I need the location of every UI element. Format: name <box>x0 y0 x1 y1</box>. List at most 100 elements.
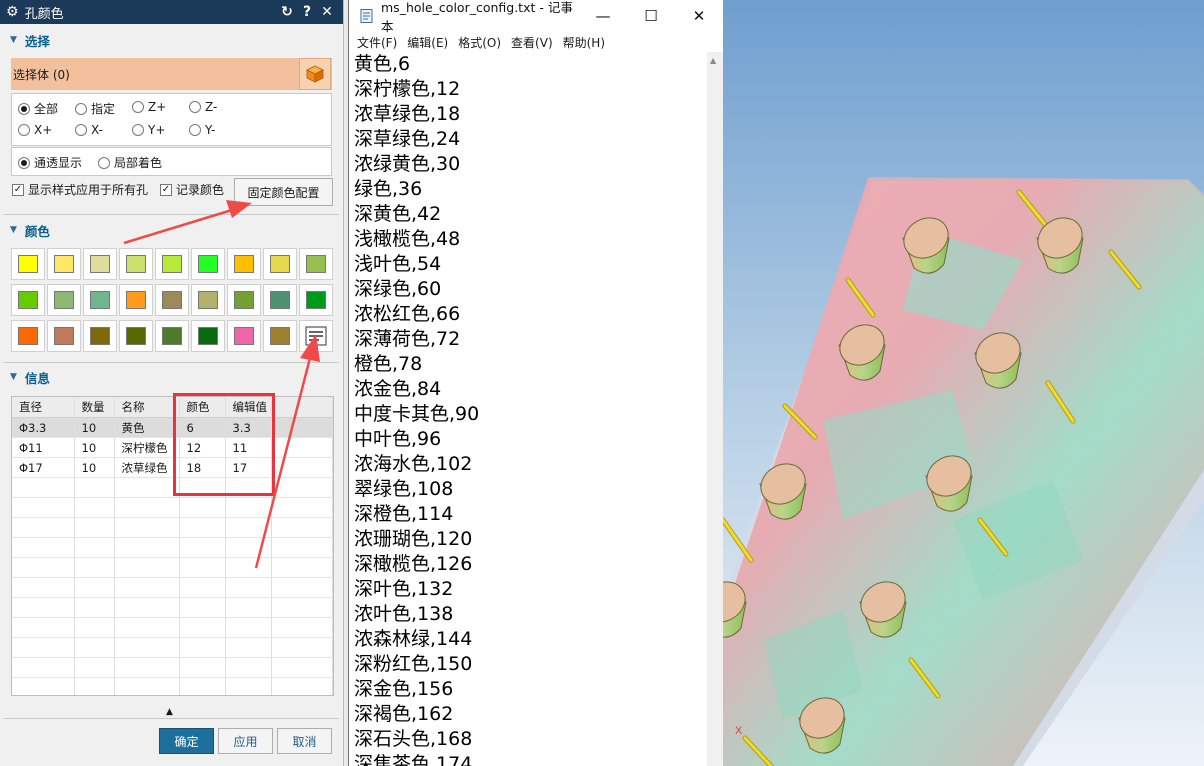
radio-z-minus[interactable]: Z- <box>189 100 217 114</box>
col-count[interactable]: 数量 <box>74 397 115 418</box>
table-row[interactable] <box>12 517 333 538</box>
table-cell <box>74 537 115 558</box>
col-color[interactable]: 颜色 <box>179 397 226 418</box>
color-swatch[interactable] <box>227 320 261 352</box>
menu-help[interactable]: 帮助(H) <box>563 34 605 51</box>
col-edit-value[interactable]: 编辑值 <box>225 397 272 418</box>
table-row[interactable]: Φ17 10 浓草绿色 18 17 <box>12 457 333 478</box>
table-cell <box>225 477 272 498</box>
table-row[interactable] <box>12 617 333 638</box>
menu-format[interactable]: 格式(O) <box>458 34 501 51</box>
color-swatch[interactable] <box>263 320 297 352</box>
table-cell <box>225 577 272 598</box>
menu-edit[interactable]: 编辑(E) <box>407 34 448 51</box>
table-row[interactable] <box>12 557 333 578</box>
color-swatch[interactable] <box>299 284 333 316</box>
color-swatch[interactable] <box>191 320 225 352</box>
help-icon[interactable]: ? <box>297 4 317 20</box>
color-swatch[interactable] <box>227 284 261 316</box>
table-cell <box>179 677 226 695</box>
radio-all[interactable]: 全部 <box>18 100 58 117</box>
color-swatch[interactable] <box>83 320 117 352</box>
select-section-header[interactable]: ▼ 选择 <box>0 29 50 51</box>
col-name[interactable]: 名称 <box>114 397 180 418</box>
color-swatch[interactable] <box>191 284 225 316</box>
record-color-checkbox[interactable]: ✓ 记录颜色 <box>160 181 224 198</box>
color-chip <box>18 291 38 309</box>
3d-viewport[interactable]: X <box>723 0 1204 766</box>
color-swatch[interactable] <box>227 248 261 280</box>
color-section-header[interactable]: ▼ 颜色 <box>0 219 50 241</box>
color-swatch[interactable] <box>191 248 225 280</box>
color-chip <box>162 327 182 345</box>
info-section-header[interactable]: ▼ 信息 <box>0 366 50 388</box>
table-cell <box>271 637 333 658</box>
fixed-color-config-button[interactable]: 固定颜色配置 <box>234 178 333 206</box>
table-row[interactable] <box>12 597 333 618</box>
close-icon[interactable]: ✕ <box>317 4 337 20</box>
color-swatch[interactable] <box>299 248 333 280</box>
color-swatch[interactable] <box>47 284 81 316</box>
maximize-icon[interactable]: ☐ <box>627 7 675 25</box>
table-cell <box>12 537 75 558</box>
color-swatch[interactable] <box>47 248 81 280</box>
radio-x-plus[interactable]: X+ <box>18 123 52 137</box>
table-row[interactable] <box>12 477 333 498</box>
table-row[interactable] <box>12 577 333 598</box>
dialog-title: 孔颜色 <box>24 6 64 22</box>
color-swatch[interactable] <box>83 284 117 316</box>
table-row[interactable] <box>12 637 333 658</box>
apply-button[interactable]: 应用 <box>218 728 273 754</box>
color-swatch[interactable] <box>47 320 81 352</box>
table-row[interactable]: Φ11 10 深柠檬色 12 11 <box>12 437 333 458</box>
notepad-text-area[interactable]: 黄色,6 深柠檬色,12 浓草绿色,18 深草绿色,24 浓绿黄色,30 绿色,36 深黄色… <box>349 52 707 766</box>
table-cell <box>12 597 75 618</box>
table-row[interactable] <box>12 677 333 695</box>
table-cell <box>179 577 226 598</box>
color-swatch[interactable] <box>11 284 45 316</box>
vertical-scrollbar[interactable]: ▲ <box>707 52 723 766</box>
radio-transparent-display[interactable]: 通透显示 <box>18 154 82 171</box>
color-swatch[interactable] <box>119 320 153 352</box>
radio-local-shading[interactable]: 局部着色 <box>98 154 162 171</box>
reset-icon[interactable]: ↻ <box>277 4 297 20</box>
radio-specify[interactable]: 指定 <box>75 100 115 117</box>
menu-file[interactable]: 文件(F) <box>357 34 397 51</box>
table-row[interactable] <box>12 537 333 558</box>
color-chip <box>90 291 110 309</box>
cancel-button[interactable]: 取消 <box>277 728 332 754</box>
color-swatch[interactable] <box>83 248 117 280</box>
color-swatch[interactable] <box>11 320 45 352</box>
gear-icon[interactable]: ⚙ <box>6 4 19 20</box>
color-chip <box>18 327 38 345</box>
apply-all-checkbox[interactable]: ✓ 显示样式应用于所有孔 <box>12 181 148 198</box>
radio-z-plus[interactable]: Z+ <box>132 100 166 114</box>
col-diameter[interactable]: 直径 <box>12 397 75 418</box>
collapse-up-icon[interactable]: ▲ <box>166 707 173 717</box>
radio-y-minus[interactable]: Y- <box>189 123 215 137</box>
select-body-row[interactable]: 选择体 (0) <box>11 58 332 90</box>
collapse-triangle-icon: ▼ <box>10 225 17 235</box>
table-row[interactable]: Φ3.3 10 黄色 6 3.3 <box>12 417 333 438</box>
color-swatch[interactable] <box>119 284 153 316</box>
minimize-icon[interactable]: — <box>579 7 627 25</box>
color-swatch[interactable] <box>155 320 189 352</box>
select-body-cube-icon[interactable] <box>299 58 331 90</box>
radio-y-plus[interactable]: Y+ <box>132 123 165 137</box>
color-swatch[interactable] <box>155 248 189 280</box>
table-row[interactable] <box>12 497 333 518</box>
color-swatch[interactable] <box>119 248 153 280</box>
color-swatch[interactable] <box>11 248 45 280</box>
divider <box>4 362 339 363</box>
menu-view[interactable]: 查看(V) <box>511 34 553 51</box>
color-swatch[interactable] <box>263 284 297 316</box>
ok-button[interactable]: 确定 <box>159 728 214 754</box>
color-swatch[interactable] <box>155 284 189 316</box>
close-icon[interactable]: ✕ <box>675 7 723 25</box>
color-chip <box>234 291 254 309</box>
radio-x-minus[interactable]: X- <box>75 123 103 137</box>
table-row[interactable] <box>12 657 333 678</box>
scroll-up-icon[interactable]: ▲ <box>710 56 716 65</box>
open-config-file-icon[interactable] <box>299 320 333 352</box>
color-swatch[interactable] <box>263 248 297 280</box>
